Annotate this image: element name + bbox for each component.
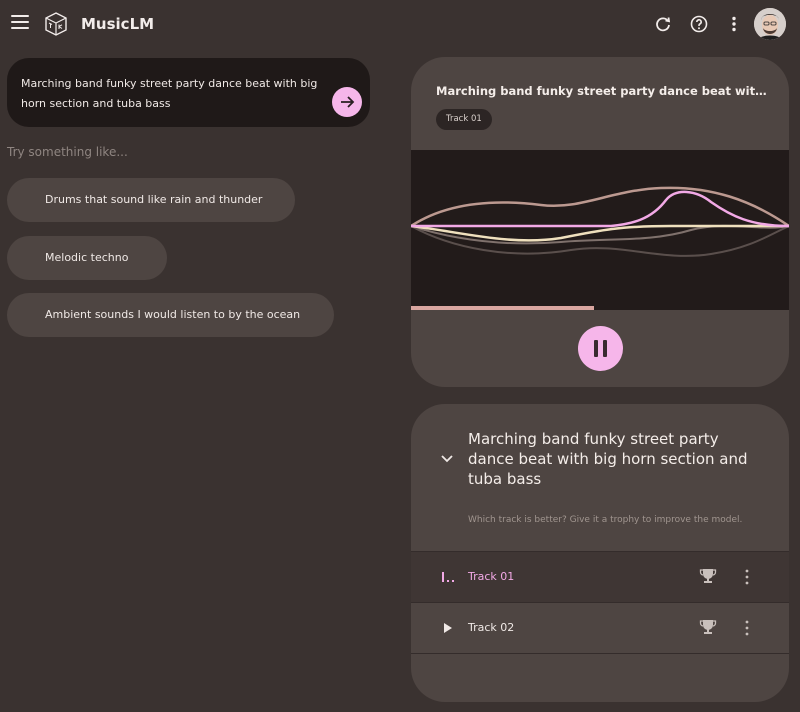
player-title: Marching band funky street party dance b… — [436, 84, 771, 98]
chevron-down-icon[interactable] — [440, 454, 454, 464]
track-label: Track 02 — [468, 621, 515, 634]
pause-button[interactable] — [578, 326, 623, 371]
refresh-icon[interactable] — [653, 14, 673, 34]
logo-icon — [45, 12, 67, 36]
app-title: MusicLM — [81, 15, 155, 33]
trophy-icon[interactable] — [699, 567, 717, 585]
play-icon[interactable] — [441, 622, 455, 634]
menu-icon[interactable] — [11, 15, 29, 29]
player-card: Marching band funky street party dance b… — [411, 57, 789, 387]
suggestion-chip[interactable]: Melodic techno — [7, 236, 167, 280]
prompt-text[interactable]: Marching band funky street party dance b… — [21, 74, 326, 114]
track-badge: Track 01 — [436, 109, 492, 130]
feedback-hint: Which track is better? Give it a trophy … — [468, 515, 743, 525]
track-row[interactable]: Track 01 — [411, 551, 789, 602]
track-row[interactable]: Track 02 — [411, 602, 789, 654]
more-vert-icon[interactable] — [743, 568, 751, 586]
top-bar: MusicLM — [0, 0, 800, 50]
pause-icon — [603, 340, 607, 357]
trophy-icon[interactable] — [699, 618, 717, 636]
more-vert-icon[interactable] — [724, 14, 744, 34]
progress-bar[interactable] — [411, 306, 594, 310]
help-icon[interactable] — [689, 14, 709, 34]
avatar[interactable] — [754, 8, 786, 40]
suggestion-chip[interactable]: Drums that sound like rain and thunder — [7, 178, 295, 222]
results-title: Marching band funky street party dance b… — [468, 430, 748, 488]
arrow-right-icon — [341, 96, 355, 108]
prompt-input[interactable]: Marching band funky street party dance b… — [7, 58, 370, 127]
audio-visualizer — [411, 150, 789, 310]
results-card: Marching band funky street party dance b… — [411, 404, 789, 702]
submit-button[interactable] — [332, 87, 362, 117]
suggestion-chip[interactable]: Ambient sounds I would listen to by the … — [7, 293, 334, 337]
more-vert-icon[interactable] — [743, 619, 751, 637]
track-label: Track 01 — [468, 570, 515, 583]
suggestions-label: Try something like... — [7, 145, 128, 159]
pause-icon — [594, 340, 598, 357]
playing-bars-icon — [442, 572, 454, 582]
